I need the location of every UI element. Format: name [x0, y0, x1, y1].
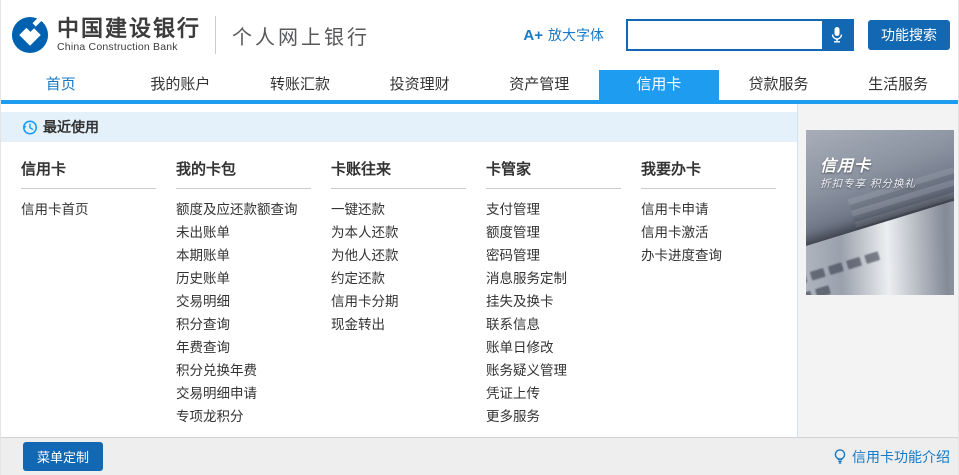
- bank-name-en: China Construction Bank: [57, 41, 201, 53]
- menu-item[interactable]: 额度及应还款额查询: [176, 198, 311, 221]
- menu-column-title: 卡管家: [486, 158, 621, 189]
- menu-column-title: 信用卡: [21, 158, 156, 189]
- menu-item[interactable]: 更多服务: [486, 405, 621, 428]
- menu-item[interactable]: 账单日修改: [486, 336, 621, 359]
- menu-item[interactable]: 本期账单: [176, 244, 311, 267]
- menu-item[interactable]: 挂失及换卡: [486, 290, 621, 313]
- menu-column-title: 我的卡包: [176, 158, 311, 189]
- bank-logo: 中国建设银行 China Construction Bank: [11, 16, 201, 54]
- menu-item[interactable]: 专项龙积分: [176, 405, 311, 428]
- tab-asset-management[interactable]: 资产管理: [480, 70, 600, 100]
- tab-home[interactable]: 首页: [1, 70, 121, 100]
- tab-transfer-remit[interactable]: 转账汇款: [240, 70, 360, 100]
- menu-item[interactable]: 约定还款: [331, 267, 466, 290]
- function-search-button[interactable]: 功能搜索: [868, 20, 950, 50]
- credit-card-intro-label: 信用卡功能介绍: [852, 447, 950, 467]
- menu-item[interactable]: 交易明细: [176, 290, 311, 313]
- menu-item[interactable]: 信用卡申请: [641, 198, 776, 221]
- menu-column-card-manager: 卡管家支付管理额度管理密码管理消息服务定制挂失及换卡联系信息账单日修改账务疑义管…: [486, 158, 621, 428]
- search-input[interactable]: [628, 21, 822, 49]
- a-plus-icon: A+: [523, 27, 543, 44]
- menu-item[interactable]: 支付管理: [486, 198, 621, 221]
- menu-column-card-transactions: 卡账往来一键还款为本人还款为他人还款约定还款信用卡分期现金转出: [331, 158, 466, 428]
- bank-name-block: 中国建设银行 China Construction Bank: [57, 17, 201, 53]
- voice-search-button[interactable]: [822, 21, 852, 49]
- right-panel: 信用卡 折扣专享 积分换礼: [798, 104, 958, 437]
- menu-item[interactable]: 信用卡激活: [641, 221, 776, 244]
- menu-item[interactable]: 未出账单: [176, 221, 311, 244]
- tab-loan-services[interactable]: 贷款服务: [719, 70, 839, 100]
- menu-item[interactable]: 现金转出: [331, 313, 466, 336]
- menu-item[interactable]: 年费查询: [176, 336, 311, 359]
- menu-item[interactable]: 凭证上传: [486, 382, 621, 405]
- credit-card-promo-banner[interactable]: 信用卡 折扣专享 积分换礼: [806, 130, 954, 295]
- menu-column-my-card-wallet: 我的卡包额度及应还款额查询未出账单本期账单历史账单交易明细积分查询年费查询积分兑…: [176, 158, 311, 428]
- menu-item[interactable]: 办卡进度查询: [641, 244, 776, 267]
- credit-card-mega-menu: 最近使用 信用卡信用卡首页我的卡包额度及应还款额查询未出账单本期账单历史账单交易…: [1, 104, 798, 437]
- tab-life-services[interactable]: 生活服务: [838, 70, 958, 100]
- credit-card-intro-link[interactable]: 信用卡功能介绍: [832, 447, 950, 467]
- menu-customize-button[interactable]: 菜单定制: [23, 442, 103, 471]
- ccb-logo-icon: [11, 16, 49, 54]
- menu-item[interactable]: 为本人还款: [331, 221, 466, 244]
- history-clock-icon: [21, 119, 38, 136]
- recently-used-bar: 最近使用: [1, 112, 797, 142]
- menu-item[interactable]: 账务疑义管理: [486, 359, 621, 382]
- lightbulb-icon: [832, 448, 848, 465]
- main-nav: 首页我的账户转账汇款投资理财资产管理信用卡贷款服务生活服务: [1, 70, 958, 104]
- menu-item[interactable]: 密码管理: [486, 244, 621, 267]
- menu-column-title: 我要办卡: [641, 158, 776, 189]
- menu-item[interactable]: 积分兑换年费: [176, 359, 311, 382]
- tab-investment[interactable]: 投资理财: [360, 70, 480, 100]
- menu-item[interactable]: 一键还款: [331, 198, 466, 221]
- portal-title: 个人网上银行: [232, 21, 370, 50]
- enlarge-font-label: 放大字体: [548, 25, 604, 45]
- promo-title: 信用卡: [820, 152, 871, 176]
- header-divider: [215, 16, 216, 54]
- recently-used-label: 最近使用: [43, 117, 99, 137]
- header-controls: A+ 放大字体 功能搜索: [523, 19, 950, 51]
- tab-my-accounts[interactable]: 我的账户: [121, 70, 241, 100]
- menu-item[interactable]: 历史账单: [176, 267, 311, 290]
- menu-item[interactable]: 积分查询: [176, 313, 311, 336]
- search-box: [626, 19, 854, 51]
- main-content: 最近使用 信用卡信用卡首页我的卡包额度及应还款额查询未出账单本期账单历史账单交易…: [1, 104, 958, 437]
- bottom-bar: 菜单定制 信用卡功能介绍: [1, 437, 958, 475]
- microphone-icon: [829, 26, 845, 44]
- menu-item[interactable]: 信用卡首页: [21, 198, 156, 221]
- menu-column-title: 卡账往来: [331, 158, 466, 189]
- menu-item[interactable]: 消息服务定制: [486, 267, 621, 290]
- menu-column-apply-card: 我要办卡信用卡申请信用卡激活办卡进度查询: [641, 158, 776, 428]
- menu-item[interactable]: 交易明细申请: [176, 382, 311, 405]
- header: 中国建设银行 China Construction Bank 个人网上银行 A+…: [1, 0, 958, 70]
- enlarge-font-link[interactable]: A+ 放大字体: [523, 25, 604, 45]
- tab-credit-card[interactable]: 信用卡: [599, 70, 719, 100]
- menu-item[interactable]: 为他人还款: [331, 244, 466, 267]
- promo-subtitle: 折扣专享 积分换礼: [820, 176, 916, 191]
- menu-item[interactable]: 联系信息: [486, 313, 621, 336]
- bank-name-cn: 中国建设银行: [57, 17, 201, 41]
- menu-item[interactable]: 额度管理: [486, 221, 621, 244]
- menu-item[interactable]: 信用卡分期: [331, 290, 466, 313]
- menu-column-credit-card: 信用卡信用卡首页: [21, 158, 156, 428]
